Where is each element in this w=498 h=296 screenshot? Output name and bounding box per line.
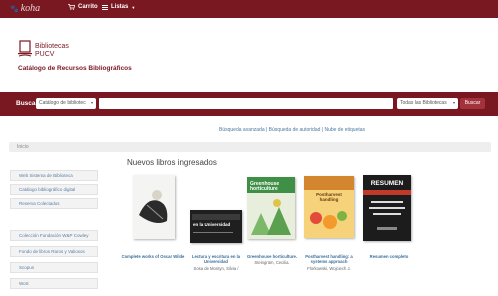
library-name: Bibliotecas PUCV <box>35 43 69 59</box>
book-cover[interactable] <box>133 175 175 239</box>
book-card[interactable]: Greenhouse horticulture Greenhouse horti… <box>244 172 300 276</box>
library-name-line1: Bibliotecas <box>35 43 69 50</box>
chevron-down-icon: ▾ <box>90 100 93 105</box>
logo-text: koha <box>20 3 41 14</box>
sidebar-item-coleccion-cowley[interactable]: Colección Fundación W&P Cowley <box>10 230 98 241</box>
library-select[interactable]: Todas las Bibliotecas ▾ <box>397 98 458 109</box>
sidebar-item-web-sistema[interactable]: Web Sistema de Biblioteca <box>10 170 98 181</box>
book-card[interactable]: Complete works of Oscar Wilde <box>120 172 186 276</box>
search-options-links[interactable]: Búsqueda avanzada | Búsqueda de autorida… <box>219 127 365 133</box>
cover-text: Greenhouse horticulture <box>250 181 280 192</box>
list-icon <box>102 4 108 10</box>
chevron-down-icon: ▼ <box>131 4 136 10</box>
book-cover[interactable]: Postharvest handling <box>304 176 354 238</box>
cart-label: Carrito <box>78 4 98 10</box>
book-title[interactable]: Lectura y escritura en la Universidad <box>188 254 244 264</box>
book-card[interactable]: en la Universidad Lectura y escritura en… <box>188 172 244 276</box>
koha-logo[interactable]: 🐾 koha <box>10 3 40 14</box>
search-bar: Buscar Catálogo de bibliotec ▾ Todas las… <box>0 92 498 116</box>
cover-line <box>193 232 233 233</box>
catalog-select[interactable]: Catálogo de bibliotec ▾ <box>36 98 96 109</box>
sidebar-item-catalogo-digital[interactable]: Catálogo bibliográfico digital <box>10 184 98 195</box>
catalog-subtitle: Catálogo de Recursos Bibliográficos <box>18 65 132 72</box>
cover-line <box>377 227 397 230</box>
sidebar-item-wos[interactable]: WoS <box>10 278 98 289</box>
cart-icon <box>68 4 75 10</box>
cover-illustration <box>310 211 347 229</box>
book-title[interactable]: Complete works of Oscar Wilde <box>120 254 186 259</box>
lists-menu[interactable]: Listas ▼ <box>102 4 135 10</box>
book-author: Steingrüm, Cecilia. <box>254 260 290 265</box>
cover-line <box>369 207 405 209</box>
book-author: Florkowski, Wojciech J. <box>307 266 351 271</box>
book-cover[interactable]: RESUMEN <box>363 175 411 241</box>
book-title[interactable]: Resumen completo <box>360 254 418 259</box>
search-button[interactable]: Buscar <box>460 98 485 109</box>
chevron-down-icon: ▾ <box>452 100 455 105</box>
sidebar-item-libros-raros[interactable]: Fondo de libros Raros y Valiosos <box>10 246 98 257</box>
catalog-select-value: Catálogo de bibliotec <box>39 100 86 106</box>
sidebar-item-reserva[interactable]: Reserva Colectados <box>10 198 98 209</box>
cover-line <box>371 201 403 203</box>
cover-text: Postharvest handling <box>316 192 342 202</box>
cover-band <box>304 176 354 190</box>
book-cover[interactable]: en la Universidad <box>190 210 242 243</box>
library-select-value: Todas las Bibliotecas <box>400 100 447 106</box>
book-cover-art <box>133 175 175 239</box>
lists-label: Listas <box>111 4 129 10</box>
new-books-heading: Nuevos libros ingresados <box>127 158 217 167</box>
book-author: Sosa de Montyn, Silvia / <box>193 266 239 271</box>
search-label: Buscar <box>16 100 39 107</box>
cover-line <box>373 213 401 215</box>
book-card[interactable]: RESUMEN Resumen completo <box>360 172 418 276</box>
cover-text: RESUMEN <box>370 180 404 187</box>
book-title[interactable]: Greenhouse horticulture. <box>244 254 300 259</box>
sidebar-item-scopus[interactable]: Scopus <box>10 262 98 273</box>
top-navbar: 🐾 koha Carrito Listas ▼ <box>0 0 498 18</box>
book-title[interactable]: Postharvest handling: a systems approach <box>300 254 358 264</box>
library-name-line2: PUCV <box>35 51 55 58</box>
library-logo-icon <box>18 40 32 57</box>
cover-text: en la Universidad <box>193 222 231 227</box>
breadcrumb: Inicio <box>9 142 491 152</box>
search-input[interactable] <box>99 98 393 109</box>
book-cover[interactable]: Greenhouse horticulture <box>247 177 295 239</box>
cover-band <box>363 190 411 195</box>
book-card[interactable]: Postharvest handling Postharvest handlin… <box>300 172 358 276</box>
cart-link[interactable]: Carrito <box>68 4 98 10</box>
cover-illustration <box>251 199 291 235</box>
cover-band <box>192 214 240 220</box>
paw-icon: 🐾 <box>10 4 19 13</box>
breadcrumb-home[interactable]: Inicio <box>17 144 29 150</box>
